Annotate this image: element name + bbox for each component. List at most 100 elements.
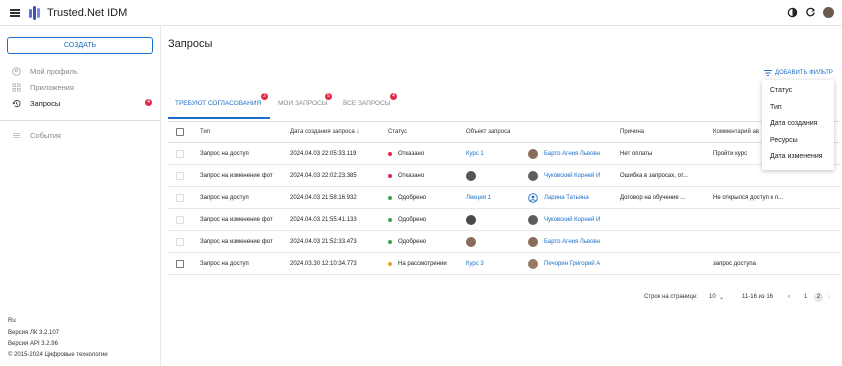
sidebar-item-requests[interactable]: Запросы: [12, 97, 60, 109]
user-avatar[interactable]: [823, 7, 834, 18]
request-tabs: ТРЕБУЮТ СОГЛАСОВАНИЯ 2 МОИ ЗАПРОСЫ 5 ВСЕ…: [168, 90, 840, 120]
cell-status: Одобрено: [398, 216, 427, 223]
row-checkbox[interactable]: [176, 215, 184, 224]
table-row[interactable]: Запрос на изменение фот 2024.04.03 21:52…: [168, 231, 840, 253]
add-filter-button[interactable]: ДОБАВИТЬ ФИЛЬТР: [764, 70, 833, 76]
sidebar-item-label: Мой профиль: [30, 66, 78, 76]
sidebar-item-events[interactable]: События: [12, 129, 61, 141]
trusted-net-logo-icon: [29, 6, 40, 20]
cell-date: 2024.04.03 22:02:23.385: [290, 172, 357, 179]
next-page-icon[interactable]: ›: [828, 294, 830, 300]
cell-type: Запрос на изменение фот: [200, 172, 273, 179]
column-header-type[interactable]: Тип: [200, 122, 210, 142]
page-range: 11-16 из 16: [742, 294, 774, 300]
tab-badge: 5: [325, 93, 332, 100]
page-button-2[interactable]: 2: [814, 293, 823, 302]
hamburger-menu-icon[interactable]: [10, 9, 20, 17]
cell-comment: Не открылся доступ к п...: [713, 194, 784, 201]
tab-all-requests[interactable]: ВСЕ ЗАПРОСЫ: [343, 100, 391, 107]
avatar: [528, 214, 538, 225]
main-content: Запросы ДОБАВИТЬ ФИЛЬТР ТРЕБУЮТ СОГЛАСОВ…: [162, 26, 842, 366]
status-dot: [388, 239, 392, 244]
cell-comment: запрос доступа: [713, 260, 756, 267]
sidebar-item-profile[interactable]: Мой профиль: [12, 65, 78, 77]
avatar: [528, 170, 538, 181]
cell-type: Запрос на доступ: [200, 194, 249, 201]
cell-date: 2024.04.03 21:58:16.932: [290, 194, 357, 201]
cell-status: Отказано: [398, 172, 425, 179]
row-checkbox[interactable]: [176, 171, 184, 180]
status-dot: [388, 151, 392, 156]
profile-icon: [12, 66, 21, 76]
column-header-status[interactable]: Статус: [388, 122, 407, 142]
filter-option-status[interactable]: Статус: [770, 87, 792, 94]
photo-thumbnail: [466, 170, 476, 181]
table-row[interactable]: Запрос на доступ 2024.03.30 12:10:34.773…: [168, 253, 840, 275]
add-filter-label: ДОБАВИТЬ ФИЛЬТР: [775, 70, 833, 76]
sidebar-divider: [0, 120, 161, 121]
cell-object[interactable]: Курс 3: [466, 253, 484, 274]
tab-my-requests[interactable]: МОИ ЗАПРОСЫ: [278, 100, 328, 107]
avatar: [528, 236, 538, 247]
create-button[interactable]: СОЗДАТЬ: [7, 37, 153, 54]
column-header-date[interactable]: Дата создания запроса ↓: [290, 122, 359, 142]
rows-per-page-select[interactable]: 10: [709, 294, 716, 300]
row-checkbox[interactable]: [176, 193, 184, 202]
cell-person[interactable]: Ларина Татьяна: [544, 195, 589, 201]
cell-type: Запрос на изменение фот: [200, 216, 273, 223]
photo-thumbnail: [466, 236, 476, 247]
refresh-icon[interactable]: [805, 7, 816, 18]
filter-option-resources[interactable]: Ресурсы: [770, 137, 798, 144]
requests-count-badge: 4: [145, 99, 152, 106]
column-header-object[interactable]: Объект запроса: [466, 122, 510, 142]
cell-object[interactable]: Лекция 1: [466, 187, 491, 208]
cell-status: Одобрено: [398, 238, 427, 245]
cell-person[interactable]: Чуковский Корней И: [544, 217, 600, 223]
theme-toggle-icon[interactable]: [787, 7, 798, 18]
tab-badge: 2: [261, 93, 268, 100]
row-checkbox[interactable]: [176, 149, 184, 158]
copyright: © 2015-2024 Цифровые технологии: [8, 352, 108, 358]
cell-person[interactable]: Печорин Григорий А: [544, 261, 600, 267]
status-dot: [388, 261, 392, 266]
cell-object[interactable]: Курс 1: [466, 143, 484, 164]
chevron-down-icon[interactable]: ⌄: [719, 294, 724, 301]
top-app-bar: Trusted.Net IDM: [0, 0, 842, 26]
sidebar-item-apps[interactable]: Приложения: [12, 81, 74, 93]
table-row[interactable]: Запрос на изменение фот 2024.04.03 22:02…: [168, 165, 840, 187]
tab-needs-approval[interactable]: ТРЕБУЮТ СОГЛАСОВАНИЯ: [175, 100, 261, 107]
cell-type: Запрос на доступ: [200, 260, 249, 267]
cell-date: 2024.04.03 22:05:33.119: [290, 150, 357, 157]
cell-person[interactable]: Барто Агния Львовн: [544, 239, 600, 245]
cell-status: Одобрено: [398, 194, 427, 201]
language-selector[interactable]: Ru: [8, 318, 16, 324]
column-header-comment[interactable]: Комментарий ав: [713, 122, 766, 142]
table-row[interactable]: Запрос на изменение фот 2024.04.03 21:55…: [168, 209, 840, 231]
table-header: Тип Дата создания запроса ↓ Статус Объек…: [168, 121, 840, 143]
requests-table: Тип Дата создания запроса ↓ Статус Объек…: [168, 121, 840, 275]
table-row[interactable]: Запрос на доступ 2024.04.03 21:58:16.932…: [168, 187, 840, 209]
select-all-checkbox[interactable]: [176, 128, 184, 136]
filter-option-modified-date[interactable]: Дата изменения: [770, 153, 823, 160]
page-title: Запросы: [168, 38, 213, 50]
cell-type: Запрос на изменение фот: [200, 238, 273, 245]
cell-status: Отказано: [398, 150, 425, 157]
column-header-reason[interactable]: Причина: [620, 122, 644, 142]
cell-person[interactable]: Барто Агния Львовн: [544, 151, 600, 157]
filter-option-created-date[interactable]: Дата создания: [770, 120, 817, 127]
table-row[interactable]: Запрос на доступ 2024.04.03 22:05:33.119…: [168, 143, 840, 165]
page-button-1[interactable]: 1: [801, 293, 810, 302]
apps-grid-icon: [12, 83, 21, 91]
prev-page-icon[interactable]: ‹: [788, 294, 790, 300]
api-version: Версия API 3.2.96: [8, 341, 58, 347]
sidebar: СОЗДАТЬ Мой профиль Приложения Запросы 4…: [0, 26, 161, 366]
user-circle-icon: [528, 192, 538, 203]
row-checkbox[interactable]: [176, 237, 184, 246]
filter-option-type[interactable]: Тип: [770, 104, 782, 111]
cell-person[interactable]: Чуковский Корней И: [544, 173, 600, 179]
avatar: [528, 148, 538, 159]
filter-icon: [764, 70, 772, 76]
row-checkbox[interactable]: [176, 259, 184, 268]
status-dot: [388, 173, 392, 178]
filter-menu: Статус Тип Дата создания Ресурсы Дата из…: [762, 80, 834, 170]
